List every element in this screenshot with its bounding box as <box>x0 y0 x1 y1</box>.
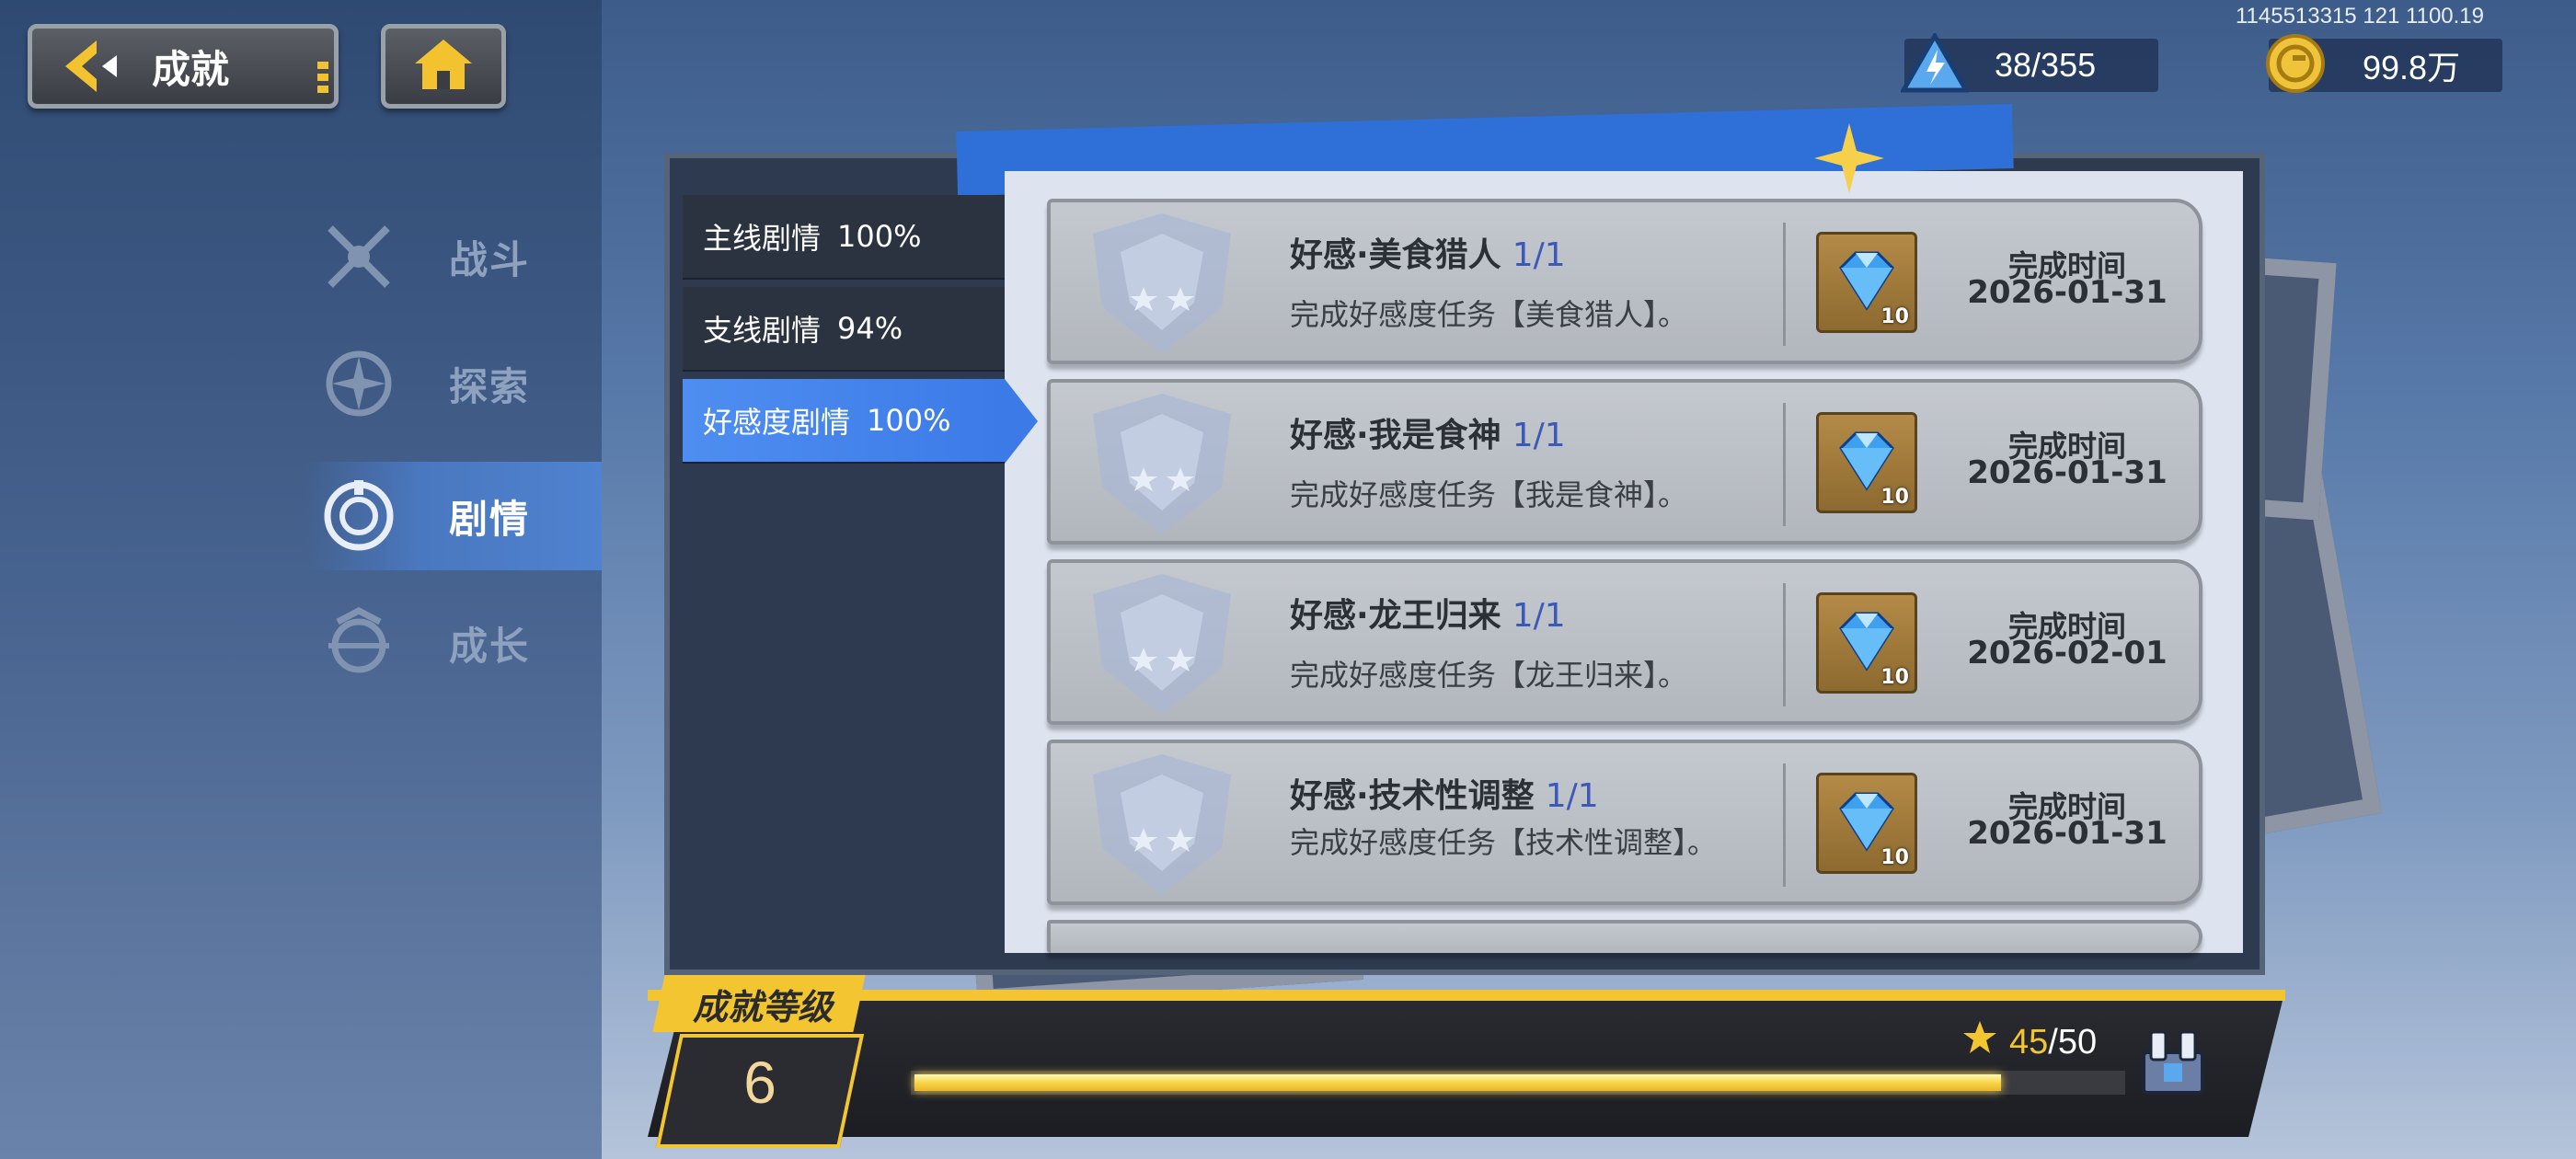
title-text: 好感·我是食神 <box>1290 417 1501 454</box>
divider <box>1783 223 1786 346</box>
xp-current: 45 <box>2009 1022 2049 1061</box>
stamina-triangle-icon <box>1899 30 1971 98</box>
tab-main-story[interactable]: 主线剧情 100% <box>683 195 1005 280</box>
compass-icon <box>313 338 405 430</box>
achievement-card[interactable]: 好感·美食猎人 1/1 完成好感度任务【美食猎人】。 10 完成时间 2026-0… <box>1047 199 2202 364</box>
two-star-badge-icon <box>1056 747 1268 901</box>
reward-quantity: 10 <box>1880 666 1909 689</box>
xp-progress-label: 45 /50 <box>1961 1019 2097 1065</box>
crossed-swords-icon <box>313 211 405 303</box>
tab-label: 支线剧情 <box>703 313 822 348</box>
completion-time: 2026-01-31 <box>1967 815 2168 852</box>
sidebar-item-label: 战斗 <box>449 236 531 282</box>
reward-quantity: 10 <box>1880 486 1909 509</box>
left-panel-background <box>0 0 602 1159</box>
level-reward-chest-icon[interactable] <box>2136 1025 2210 1098</box>
back-button[interactable]: 成就 <box>28 24 339 109</box>
achievement-title: 好感·龙王归来 1/1 <box>1290 589 1566 637</box>
achievement-description: 完成好感度任务【我是食神】。 <box>1290 477 1688 512</box>
sidebar-item-story[interactable]: 剧情 <box>304 462 602 570</box>
tab-affection-story[interactable]: 好感度剧情 100% <box>683 379 1038 464</box>
sidebar-item-label: 成长 <box>449 623 531 669</box>
completion-time: 2026-01-31 <box>1967 274 2168 311</box>
tab-label: 主线剧情 <box>703 221 822 256</box>
back-arrow-icon <box>51 34 133 98</box>
title-text: 好感·龙王归来 <box>1290 597 1501 635</box>
menu-dots-icon <box>317 62 328 95</box>
reward-item[interactable]: 10 <box>1816 592 1917 694</box>
uid-text: 1145513315 121 1100.19 <box>2235 4 2484 29</box>
title-text: 好感·技术性调整 <box>1290 777 1535 815</box>
stamina-value: 38/355 <box>1995 46 2097 84</box>
two-star-badge-icon <box>1056 206 1268 361</box>
achievement-card-partial[interactable] <box>1047 920 2202 953</box>
reward-item[interactable]: 10 <box>1816 412 1917 513</box>
tab-percent: 100% <box>867 403 951 438</box>
sidebar-item-explore[interactable]: 探索 <box>304 329 602 438</box>
level-bar-border <box>648 990 2285 1001</box>
achievement-description: 完成好感度任务【技术性调整】。 <box>1290 825 1718 860</box>
achievement-title: 好感·我是食神 1/1 <box>1290 408 1566 456</box>
reward-quantity: 10 <box>1880 846 1909 869</box>
reward-item[interactable]: 10 <box>1816 773 1917 874</box>
star-pin-icon <box>1812 121 1886 199</box>
achievement-progress: 1/1 <box>1512 417 1566 454</box>
achievement-progress: 1/1 <box>1512 236 1566 274</box>
achievement-title: 好感·技术性调整 1/1 <box>1290 769 1599 817</box>
stamina-counter[interactable]: 38/355 <box>1899 30 2158 93</box>
sidebar-item-label: 剧情 <box>449 496 531 542</box>
sidebar-item-label: 探索 <box>449 363 531 409</box>
sidebar-item-battle[interactable]: 战斗 <box>304 202 602 311</box>
home-button[interactable] <box>381 24 506 109</box>
home-icon <box>411 36 476 97</box>
page-title: 成就 <box>152 46 230 92</box>
star-icon <box>1961 1019 1998 1065</box>
growth-emblem-icon <box>313 597 405 689</box>
tab-percent: 94% <box>837 311 903 346</box>
reward-item[interactable]: 10 <box>1816 232 1917 333</box>
divider <box>1783 403 1786 526</box>
achievement-description: 完成好感度任务【龙王归来】。 <box>1290 658 1688 693</box>
achievement-card[interactable]: 好感·龙王归来 1/1 完成好感度任务【龙王归来】。 10 完成时间 2026-0… <box>1047 559 2202 725</box>
coin-value: 99.8万 <box>2363 49 2461 86</box>
two-star-badge-icon <box>1056 567 1268 721</box>
xp-total: /50 <box>2048 1022 2098 1061</box>
achievement-description: 完成好感度任务【美食猎人】。 <box>1290 297 1688 332</box>
achievement-card[interactable]: 好感·技术性调整 1/1 完成好感度任务【技术性调整】。 10 完成时间 2026… <box>1047 740 2202 905</box>
divider <box>1783 583 1786 706</box>
achievement-progress: 1/1 <box>1545 777 1599 815</box>
achievement-progress: 1/1 <box>1512 597 1566 635</box>
tab-percent: 100% <box>837 219 922 254</box>
tab-side-story[interactable]: 支线剧情 94% <box>683 287 1005 372</box>
coin-counter[interactable]: 99.8万 <box>2266 34 2502 93</box>
achievement-card[interactable]: 好感·我是食神 1/1 完成好感度任务【我是食神】。 10 完成时间 2026-0… <box>1047 379 2202 545</box>
tab-label: 好感度剧情 <box>703 405 851 440</box>
title-text: 好感·美食猎人 <box>1290 236 1501 274</box>
xp-progress-fill <box>914 1074 2001 1091</box>
two-star-badge-icon <box>1056 386 1268 541</box>
sidebar-item-growth[interactable]: 成长 <box>304 589 602 697</box>
reward-quantity: 10 <box>1880 305 1909 328</box>
gold-coin-icon <box>2265 33 2326 98</box>
completion-time: 2026-02-01 <box>1967 635 2168 671</box>
story-emblem-icon <box>313 470 405 562</box>
level-value: 6 <box>743 1050 776 1116</box>
achievement-title: 好感·美食猎人 1/1 <box>1290 228 1566 276</box>
divider <box>1783 763 1786 887</box>
level-tag-label: 成就等级 <box>692 987 833 1027</box>
completion-time: 2026-01-31 <box>1967 454 2168 491</box>
